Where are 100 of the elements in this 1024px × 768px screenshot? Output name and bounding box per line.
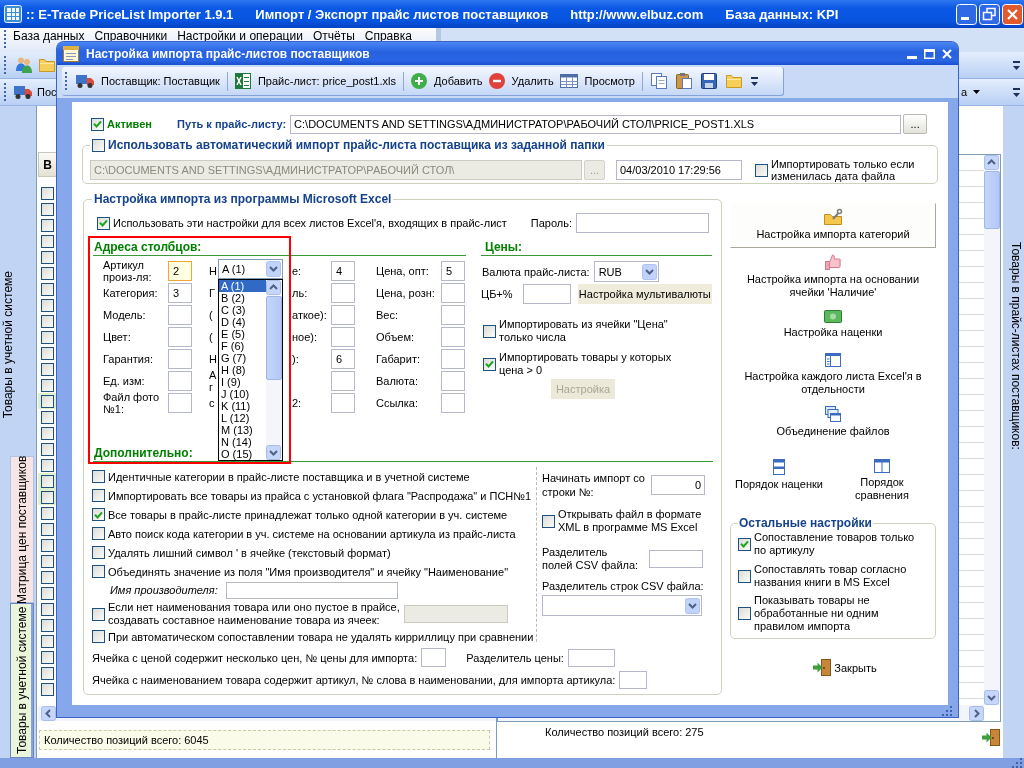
toolbar-button[interactable]: Поставщик: Поставщик bbox=[73, 70, 223, 92]
scroll-up-icon[interactable] bbox=[266, 280, 281, 295]
password-field[interactable] bbox=[576, 213, 709, 233]
action-button[interactable]: Настройка импорта категорий bbox=[730, 203, 936, 248]
close-button[interactable]: Закрыть bbox=[813, 659, 877, 676]
column-field[interactable] bbox=[441, 305, 465, 325]
minimize-icon[interactable] bbox=[956, 3, 977, 25]
dropdown-option[interactable]: F (6) bbox=[219, 340, 266, 352]
action-button[interactable]: Порядок сравнения bbox=[828, 458, 936, 503]
column-field[interactable] bbox=[441, 349, 465, 369]
action-button[interactable]: Настройка импорта на основании ячейки 'Наличие' bbox=[730, 253, 936, 300]
dropdown-option[interactable]: C (3) bbox=[219, 304, 266, 316]
column-field[interactable]: 5 bbox=[441, 261, 465, 281]
checkbox[interactable] bbox=[542, 514, 555, 528]
checkbox[interactable] bbox=[92, 565, 105, 578]
column-field[interactable] bbox=[331, 305, 355, 325]
price-separator-field[interactable] bbox=[567, 648, 615, 667]
checkbox[interactable] bbox=[92, 527, 105, 540]
menu-item[interactable]: База данных bbox=[13, 30, 85, 42]
scroll-left-icon[interactable] bbox=[41, 706, 56, 721]
dropdown-option[interactable]: B (2) bbox=[219, 292, 266, 304]
checkbox[interactable] bbox=[738, 569, 751, 583]
minimize-icon[interactable] bbox=[907, 55, 917, 59]
chevron-down-icon[interactable] bbox=[685, 597, 700, 614]
checkbox[interactable] bbox=[97, 216, 110, 230]
percent-field[interactable] bbox=[522, 284, 571, 304]
checkbox[interactable] bbox=[92, 138, 105, 152]
tab[interactable]: Товары в учетной системе bbox=[10, 603, 34, 758]
column-field[interactable] bbox=[168, 327, 192, 347]
checkbox[interactable] bbox=[738, 607, 751, 620]
dropdown-option[interactable]: J (10) bbox=[219, 388, 266, 400]
menu-item[interactable]: Справка bbox=[364, 30, 412, 42]
checkbox[interactable] bbox=[92, 489, 105, 502]
column-field[interactable] bbox=[331, 283, 355, 303]
scrollbar[interactable] bbox=[984, 155, 1000, 705]
multicurrency-button[interactable]: Настройка мультивалюты bbox=[577, 284, 712, 304]
column-field[interactable] bbox=[331, 371, 355, 391]
exit-door-icon[interactable] bbox=[982, 729, 1000, 746]
price-index-field[interactable] bbox=[421, 648, 447, 667]
dropdown-option[interactable]: L (12) bbox=[219, 412, 266, 424]
action-button[interactable]: Порядок наценки bbox=[730, 458, 828, 503]
column-field[interactable] bbox=[168, 371, 192, 391]
toolbar-button[interactable]: Удалить bbox=[485, 70, 557, 92]
scroll-right-icon[interactable] bbox=[969, 705, 984, 721]
save-icon[interactable] bbox=[700, 73, 717, 89]
column-field[interactable]: 2 bbox=[168, 261, 192, 281]
column-field[interactable] bbox=[441, 283, 465, 303]
column-field[interactable]: 3 bbox=[168, 283, 192, 303]
checkbox[interactable] bbox=[92, 630, 105, 643]
action-button[interactable]: Объединение файлов bbox=[730, 405, 936, 439]
toolbar-options-icon[interactable] bbox=[1013, 60, 1020, 70]
dropdown-option[interactable]: D (4) bbox=[219, 316, 266, 328]
currency-select[interactable]: RUB bbox=[593, 261, 659, 282]
date-field[interactable]: 04/03/2010 17:29:56 bbox=[616, 160, 742, 180]
dropdown-option[interactable]: I (9) bbox=[219, 376, 266, 388]
scroll-down-icon[interactable] bbox=[984, 690, 999, 705]
column-field[interactable] bbox=[168, 305, 192, 325]
maximize-icon[interactable] bbox=[924, 48, 935, 59]
action-button[interactable]: Настройка каждого листа Excel'я в отдельности bbox=[730, 352, 936, 397]
word-index-field[interactable] bbox=[619, 671, 648, 689]
scroll-down-icon[interactable] bbox=[266, 445, 281, 460]
column-field[interactable] bbox=[441, 327, 465, 347]
checkbox[interactable] bbox=[738, 537, 751, 551]
menu-item[interactable]: Отчёты bbox=[312, 30, 355, 42]
dropdown-option[interactable]: H (8) bbox=[219, 364, 266, 376]
checkbox[interactable] bbox=[92, 546, 105, 559]
menu-item[interactable]: Справочники bbox=[94, 30, 168, 42]
copy-icon[interactable] bbox=[650, 73, 667, 89]
checkbox[interactable] bbox=[91, 117, 104, 131]
checkbox[interactable] bbox=[92, 508, 105, 521]
dropdown-option[interactable]: E (5) bbox=[219, 328, 266, 340]
toolbar-options-icon[interactable] bbox=[1013, 87, 1020, 97]
dropdown-option[interactable]: G (7) bbox=[219, 352, 266, 364]
column-field[interactable] bbox=[441, 393, 465, 413]
column-field[interactable] bbox=[441, 371, 465, 391]
dropdown-option[interactable]: N (14) bbox=[219, 436, 266, 448]
tab[interactable]: Матрица цен поставщиков bbox=[10, 456, 34, 603]
separator-field[interactable] bbox=[649, 550, 703, 568]
dropdown-option[interactable]: O (15) bbox=[219, 448, 266, 460]
scroll-up-icon[interactable] bbox=[984, 155, 999, 170]
checkbox[interactable] bbox=[483, 357, 496, 371]
dropdown-option[interactable]: A (1) bbox=[219, 280, 266, 292]
checkbox[interactable] bbox=[483, 324, 496, 338]
toolbar-button[interactable]: Просмотр bbox=[556, 70, 638, 92]
clipboard-icon[interactable] bbox=[675, 73, 692, 89]
checkbox[interactable] bbox=[92, 607, 105, 621]
column-field[interactable]: 4 bbox=[331, 261, 355, 281]
scrollbar-thumb[interactable] bbox=[984, 171, 1000, 229]
column-field[interactable] bbox=[168, 393, 192, 413]
name-field[interactable] bbox=[225, 581, 398, 599]
scrollbar-thumb[interactable] bbox=[266, 296, 282, 380]
column-field[interactable] bbox=[331, 393, 355, 413]
checkbox[interactable] bbox=[92, 470, 105, 483]
path-field[interactable]: C:\DOCUMENTS AND SETTINGS\АДМИНИСТРАТОР\РАБОЧИЙ СТОЛ\PRICE_POST1.XLS bbox=[290, 114, 902, 134]
toolbar-button[interactable]: Пос bbox=[14, 85, 57, 99]
start-row-field[interactable]: 0 bbox=[651, 475, 705, 495]
toolbar-button[interactable]: Прайс-лист: price_post1.xls bbox=[231, 70, 399, 92]
column-field[interactable] bbox=[168, 349, 192, 369]
chevron-down-icon[interactable] bbox=[641, 263, 657, 280]
column-select[interactable]: A (1) bbox=[218, 259, 283, 279]
